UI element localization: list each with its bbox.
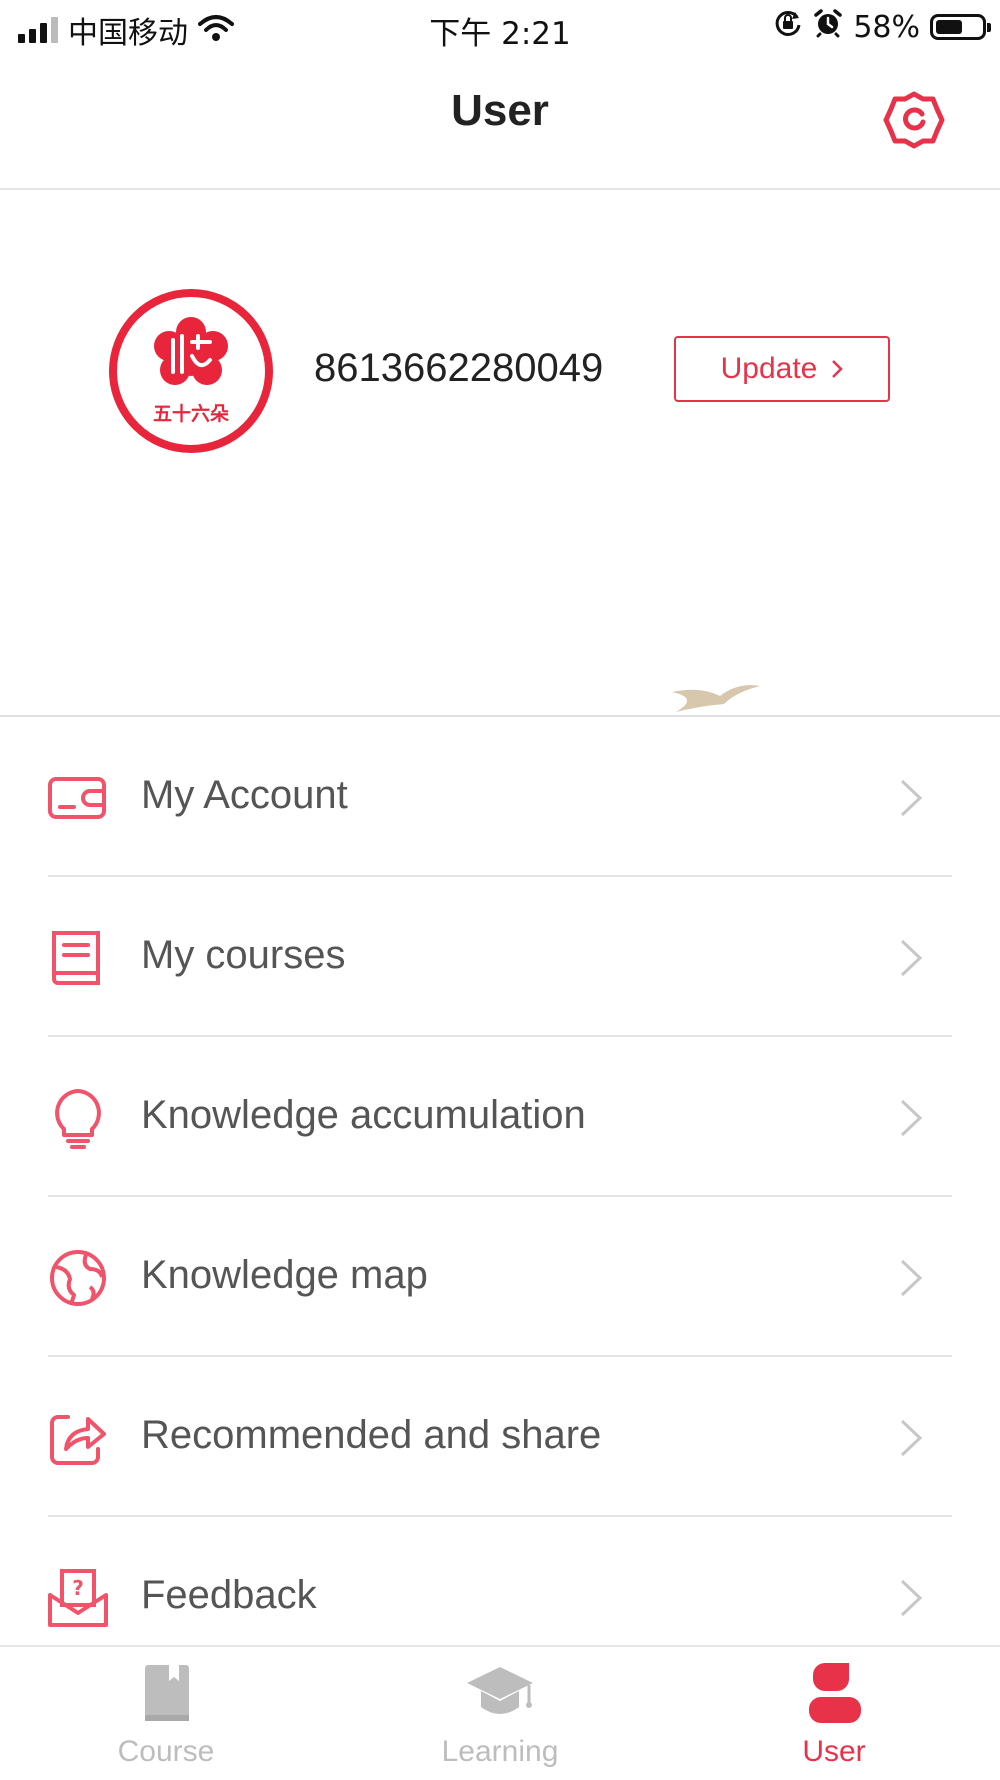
user-icon bbox=[809, 1663, 861, 1723]
alarm-icon bbox=[813, 8, 843, 46]
globe-icon bbox=[50, 1250, 106, 1306]
menu-item-label: My courses bbox=[141, 933, 346, 977]
menu-item-label: Knowledge map bbox=[141, 1253, 428, 1297]
lightbulb-icon bbox=[55, 1089, 101, 1149]
battery-percent: 58% bbox=[853, 9, 920, 45]
book-icon bbox=[52, 931, 100, 985]
landscape-illustration bbox=[672, 685, 760, 712]
update-button[interactable]: Update bbox=[674, 336, 890, 402]
tab-learning[interactable]: Learning bbox=[390, 1647, 610, 1780]
chevron-right-icon bbox=[900, 1579, 923, 1617]
menu-item-label: Feedback bbox=[141, 1573, 317, 1617]
page-title: User bbox=[451, 86, 549, 135]
profile-header: 五十六朵 8613662280049 Update bbox=[0, 190, 1000, 716]
navigation-bar: User bbox=[0, 56, 1000, 190]
menu-item-my-courses[interactable]: My courses bbox=[0, 877, 1000, 1037]
svg-text:?: ? bbox=[72, 1576, 84, 1600]
tab-user[interactable]: User bbox=[724, 1647, 944, 1780]
settings-button[interactable] bbox=[880, 86, 948, 154]
orientation-lock-icon bbox=[773, 8, 803, 46]
menu-item-label: Recommended and share bbox=[141, 1413, 602, 1457]
gear-icon bbox=[883, 91, 945, 149]
battery-icon bbox=[930, 14, 991, 40]
wallet-icon bbox=[48, 777, 106, 819]
menu-list: My Account My courses Knowledge accumula… bbox=[0, 717, 1000, 1677]
feedback-icon: ? bbox=[48, 1569, 108, 1627]
avatar[interactable]: 五十六朵 bbox=[108, 288, 274, 454]
menu-item-knowledge-accumulation[interactable]: Knowledge accumulation bbox=[0, 1037, 1000, 1197]
chevron-right-icon bbox=[900, 779, 923, 817]
chevron-right-icon bbox=[900, 1419, 923, 1457]
menu-item-label: Knowledge accumulation bbox=[141, 1093, 586, 1137]
tab-label: Course bbox=[117, 1735, 215, 1768]
book-icon bbox=[145, 1665, 189, 1721]
menu-item-label: My Account bbox=[141, 773, 348, 817]
menu-item-knowledge-map[interactable]: Knowledge map bbox=[0, 1197, 1000, 1357]
share-icon bbox=[50, 1415, 106, 1465]
tab-course[interactable]: Course bbox=[56, 1647, 276, 1780]
status-bar: 中国移动 下午 2:21 58% bbox=[0, 0, 1000, 56]
chevron-right-icon bbox=[900, 1259, 923, 1297]
tab-label: Learning bbox=[441, 1735, 559, 1768]
menu-item-my-account[interactable]: My Account bbox=[0, 717, 1000, 877]
tab-bar: Course Learning User bbox=[0, 1645, 1000, 1778]
menu-item-recommended-and-share[interactable]: Recommended and share bbox=[0, 1357, 1000, 1517]
graduation-cap-icon bbox=[467, 1667, 533, 1714]
logo-text: 五十六朵 bbox=[153, 402, 229, 425]
user-phone-number: 8613662280049 bbox=[314, 346, 604, 390]
tab-label: User bbox=[802, 1735, 866, 1768]
chevron-right-icon bbox=[900, 939, 923, 977]
battery-level bbox=[936, 20, 962, 34]
chevron-right-icon bbox=[832, 360, 844, 378]
bird-icon bbox=[672, 685, 760, 712]
update-label: Update bbox=[720, 352, 818, 385]
chevron-right-icon bbox=[900, 1099, 923, 1137]
